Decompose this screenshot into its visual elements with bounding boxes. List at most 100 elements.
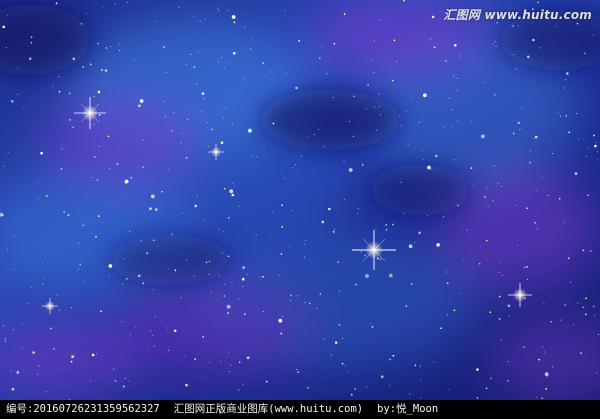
- star: [348, 168, 353, 172]
- star: [370, 323, 372, 325]
- star: [558, 197, 561, 200]
- star: [107, 135, 110, 138]
- star: [43, 278, 45, 279]
- star: [490, 377, 492, 380]
- star: [463, 260, 465, 262]
- star: [16, 371, 20, 374]
- star: [584, 313, 587, 316]
- star: [592, 305, 595, 308]
- star: [585, 156, 587, 158]
- star: [178, 6, 180, 8]
- star: [244, 26, 246, 28]
- star: [116, 163, 119, 165]
- star: [399, 115, 401, 117]
- star: [396, 61, 398, 63]
- star: [443, 216, 444, 218]
- star: [231, 15, 236, 19]
- star: [281, 226, 284, 228]
- star: [72, 57, 76, 61]
- star: [30, 41, 33, 44]
- star: [421, 149, 423, 151]
- star: [11, 100, 14, 103]
- star: [206, 122, 208, 123]
- star: [513, 54, 515, 56]
- star: [89, 380, 91, 382]
- star: [545, 388, 548, 390]
- star: [104, 69, 108, 72]
- star: [431, 15, 435, 19]
- star: [534, 135, 538, 139]
- star: [173, 111, 175, 113]
- star: [580, 352, 582, 354]
- star: [223, 231, 225, 233]
- star: [272, 211, 274, 213]
- star: [364, 254, 367, 257]
- star: [103, 7, 105, 9]
- star: [304, 240, 306, 242]
- star: [294, 164, 296, 166]
- star: [512, 25, 515, 27]
- star: [356, 213, 358, 215]
- star: [405, 110, 407, 112]
- star: [193, 15, 195, 17]
- star: [108, 276, 110, 278]
- star: [238, 205, 240, 207]
- star: [492, 43, 494, 45]
- star: [313, 133, 315, 135]
- star: [493, 295, 495, 297]
- star: [306, 386, 309, 389]
- star: [598, 333, 599, 335]
- star: [244, 78, 246, 79]
- star: [208, 361, 210, 363]
- star: [367, 84, 369, 86]
- star: [527, 55, 530, 59]
- star: [278, 318, 283, 323]
- star: [569, 282, 571, 284]
- star: [446, 282, 449, 285]
- star: [332, 97, 334, 98]
- star: [418, 231, 421, 235]
- star: [393, 39, 396, 42]
- star: [388, 273, 393, 278]
- star: [72, 126, 75, 129]
- star: [155, 20, 157, 22]
- star: [419, 366, 421, 368]
- star: [507, 360, 509, 362]
- star: [333, 42, 336, 45]
- star: [448, 389, 450, 391]
- star: [589, 250, 592, 252]
- star: [392, 354, 395, 357]
- star: [537, 1, 539, 4]
- star: [544, 372, 549, 377]
- star: [556, 25, 558, 27]
- star: [232, 52, 236, 55]
- star: [543, 302, 545, 304]
- star: [410, 283, 413, 286]
- star: [407, 145, 409, 147]
- star: [489, 311, 492, 314]
- star: [456, 90, 458, 91]
- star: [229, 189, 234, 194]
- star: [521, 108, 523, 109]
- star: [344, 364, 346, 366]
- star: [186, 118, 188, 120]
- star: [152, 335, 154, 336]
- star: [420, 365, 422, 367]
- star: [498, 295, 501, 298]
- star: [414, 242, 416, 244]
- star: [284, 9, 286, 11]
- star: [516, 204, 518, 206]
- star: [205, 18, 207, 20]
- star: [227, 10, 229, 11]
- star: [2, 25, 5, 29]
- star: [526, 266, 529, 268]
- star: [231, 193, 235, 197]
- star: [199, 20, 201, 22]
- star: [154, 316, 156, 318]
- star: [566, 72, 569, 75]
- star: [582, 306, 585, 309]
- star: [153, 345, 155, 347]
- star: [11, 387, 15, 391]
- star: [458, 55, 460, 57]
- star: [332, 231, 335, 233]
